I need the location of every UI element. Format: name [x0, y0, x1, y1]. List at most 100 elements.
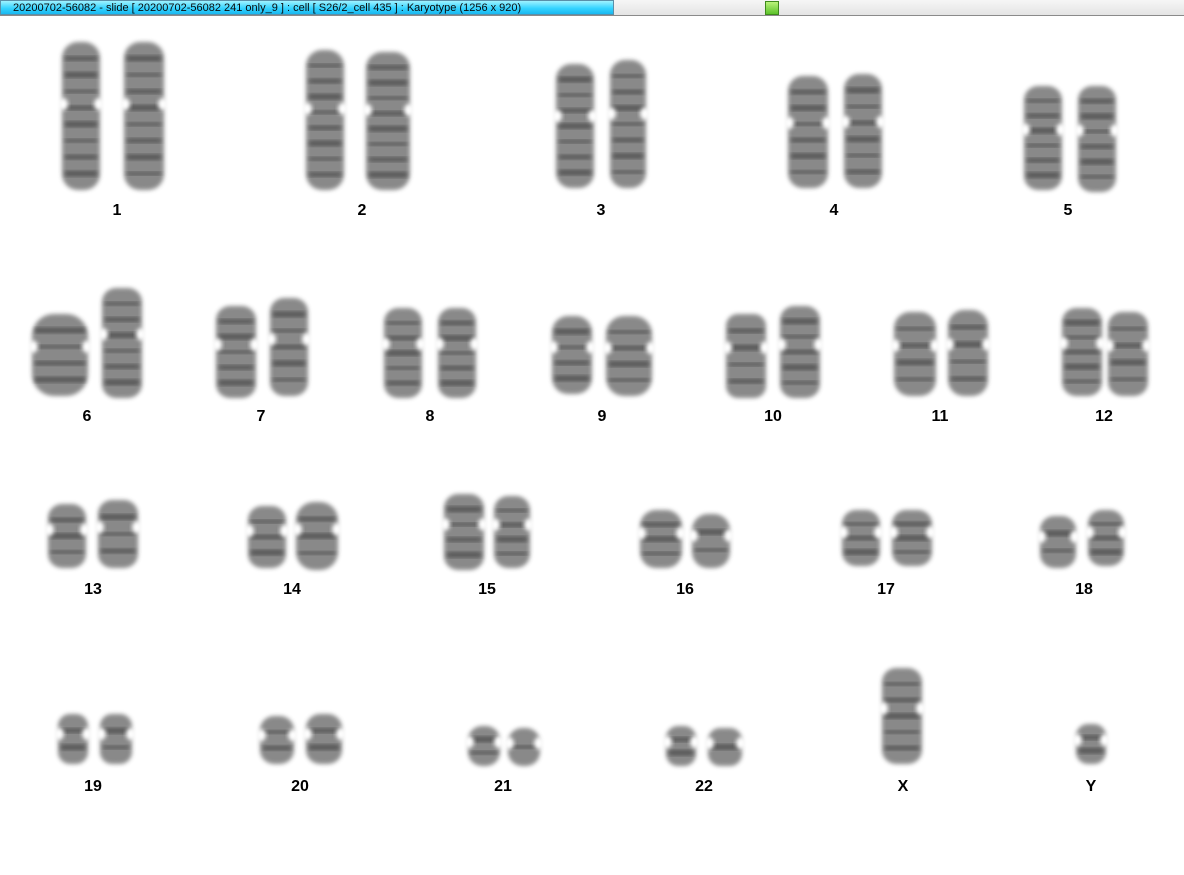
centromere-notch [916, 702, 926, 715]
chromosome-band [65, 155, 97, 160]
chromosome-band [101, 532, 135, 536]
chromosome-band [845, 522, 877, 526]
chromosome-band [387, 350, 419, 356]
chromosome-band [299, 533, 335, 539]
chromosome-band [1079, 748, 1103, 754]
chromosome-band [127, 122, 161, 126]
chromosome-pair-18[interactable]: 18 [1036, 510, 1128, 598]
chromosome-band [897, 377, 933, 381]
chromosome-band [103, 745, 129, 749]
chromosome-pair-4[interactable]: 4 [784, 74, 886, 219]
chromosome-pair-2[interactable]: 2 [302, 50, 414, 219]
chromosome-pair-19[interactable]: 19 [54, 714, 136, 795]
chromosome-band [65, 56, 97, 61]
centromere-notch [464, 736, 474, 748]
chromosome-band [101, 549, 135, 553]
chromosome-band [555, 375, 589, 381]
chromosome-band [559, 93, 591, 97]
chromosome-band [1065, 320, 1099, 326]
chromosome-band [387, 381, 419, 385]
chromosome-pair-8[interactable]: 8 [380, 308, 480, 425]
chromosome-band [783, 381, 817, 385]
chromosome-band [309, 140, 341, 146]
chromosome-band [35, 345, 85, 349]
status-indicator-icon[interactable] [765, 1, 779, 15]
chromosome-band [695, 529, 727, 535]
chromosome-band [441, 351, 473, 355]
centromere-notch [478, 518, 488, 531]
chromosome-x[interactable]: X [878, 668, 926, 795]
chromosome-band [1027, 113, 1059, 118]
chromosome-pair-22[interactable]: 22 [662, 726, 746, 795]
chromosome-pair-11[interactable]: 11 [890, 310, 992, 425]
chromosome-band [127, 89, 161, 94]
chromosome-band [847, 105, 879, 109]
centromere-notch [534, 737, 544, 750]
chromosome-band [441, 335, 473, 341]
window-title: 20200702-56082 - slide [ 20200702-56082 … [13, 2, 522, 14]
chromosome-band [387, 366, 419, 370]
chromosome-12b [1108, 312, 1148, 396]
window-title-segment[interactable]: 20200702-56082 - slide [ 20200702-56082 … [0, 0, 614, 15]
chromosome-pair-17[interactable]: 17 [838, 510, 936, 598]
chromosome-band [1081, 129, 1113, 133]
chromosome-label-15: 15 [478, 581, 496, 598]
centromere-notch [874, 526, 884, 539]
chromosome-pair-21[interactable]: 21 [464, 726, 544, 795]
centromere-notch [1118, 526, 1128, 539]
centromere-notch [1104, 339, 1114, 352]
chromosome-band [559, 140, 591, 143]
centromere-notch [302, 333, 312, 346]
chromosome-label-x: X [898, 778, 909, 795]
chromosome-pair-9[interactable]: 9 [548, 316, 656, 425]
centromere-notch [98, 328, 108, 341]
chromosome-pair-14[interactable]: 14 [244, 502, 342, 598]
chromosome-band [669, 737, 693, 742]
chromosome-band [643, 522, 679, 527]
chromosome-pair-6[interactable]: 6 [28, 288, 146, 425]
chromosome-band [609, 361, 649, 367]
chromosome-band [1027, 128, 1059, 134]
chromosome-label-13: 13 [84, 581, 102, 598]
centromere-notch [944, 338, 954, 351]
chromosome-band [105, 379, 139, 385]
chromosome-pair-5[interactable]: 5 [1020, 86, 1120, 219]
chromosome-band [127, 55, 161, 61]
centromere-notch [606, 107, 616, 120]
chromosome-label-6: 6 [83, 408, 92, 425]
chromosome-band [613, 74, 643, 78]
chromosome-pair-3[interactable]: 3 [552, 60, 650, 219]
chromosome-band [309, 744, 339, 750]
chromosome-band [127, 73, 161, 77]
chromosome-band [263, 730, 291, 734]
centromere-notch [280, 524, 290, 537]
chromosome-band [219, 350, 253, 354]
chromosome-pair-13[interactable]: 13 [44, 500, 142, 598]
chromosome-pair-16[interactable]: 16 [636, 510, 734, 598]
chromosome-band [895, 550, 929, 554]
chromosome-y[interactable]: Y [1072, 724, 1110, 795]
chromosome-pair-12[interactable]: 12 [1058, 308, 1152, 425]
chromosome-band [613, 138, 643, 142]
centromere-notch [80, 523, 90, 536]
chromosome-band [791, 138, 825, 142]
chromosome-pair-15[interactable]: 15 [440, 494, 534, 598]
chromosome-band [1027, 143, 1059, 147]
chromosome-label-18: 18 [1075, 581, 1093, 598]
centromere-notch [840, 115, 850, 128]
centromere-notch [724, 529, 734, 542]
centromere-notch [132, 521, 142, 534]
centromere-notch [288, 729, 298, 742]
chromosome-label-19: 19 [84, 778, 102, 795]
chromosome-band [897, 359, 933, 365]
chromosome-band [847, 136, 879, 142]
chromosome-band [447, 537, 481, 542]
chromosome-pair-10[interactable]: 10 [722, 306, 824, 425]
chromosome-band [1079, 735, 1103, 740]
chromosome-1b [124, 42, 164, 190]
chromosome-pair-7[interactable]: 7 [212, 298, 312, 425]
chromosome-pair-1[interactable]: 1 [58, 42, 168, 219]
chromosome-pair-20[interactable]: 20 [256, 714, 346, 795]
centromere-notch [890, 339, 900, 352]
chromosome-band [729, 362, 763, 366]
